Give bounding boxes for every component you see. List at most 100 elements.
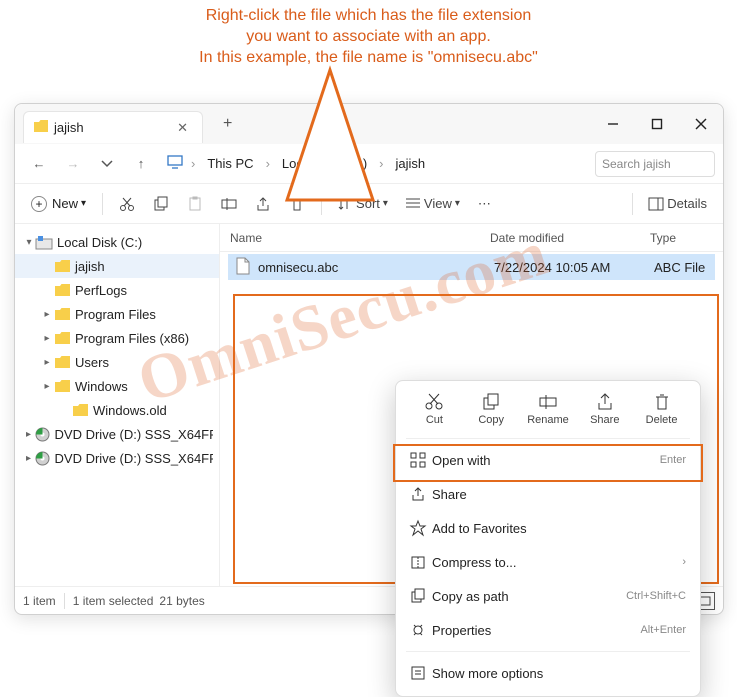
back-button[interactable]: ← [23, 148, 55, 180]
forward-button[interactable]: → [57, 148, 89, 180]
tree-label: Windows [75, 379, 128, 394]
maximize-button[interactable] [635, 104, 679, 144]
monitor-icon [167, 155, 183, 172]
ctx-rename-button[interactable]: Rename [522, 393, 574, 426]
ctx-share-button[interactable]: Share [579, 393, 631, 426]
col-name[interactable]: Name [220, 231, 480, 245]
star-icon [410, 520, 432, 536]
ctx-properties[interactable]: Properties Alt+Enter [396, 613, 700, 647]
tree-node-jajish[interactable]: jajish [15, 254, 219, 278]
tree-label: DVD Drive (D:) SSS_X64FRE [55, 451, 213, 466]
ctx-item-label: Copy as path [432, 589, 509, 604]
crumb-disk[interactable]: Local Disk (C:) [278, 154, 371, 173]
close-button[interactable] [679, 104, 723, 144]
status-selected: 1 item selected [73, 594, 154, 608]
tree-node-windowsold[interactable]: Windows.old [15, 398, 219, 422]
tree-label: Program Files [75, 307, 156, 322]
window-controls [591, 104, 723, 144]
ctx-delete-button[interactable]: Delete [636, 393, 688, 426]
new-tab-button[interactable]: + [213, 115, 242, 133]
delete-button[interactable] [281, 189, 313, 219]
sort-label: Sort [356, 196, 380, 211]
tree-label: PerfLogs [75, 283, 127, 298]
tree-node-disk[interactable]: ▾Local Disk (C:) [15, 230, 219, 254]
copy-button[interactable] [145, 189, 177, 219]
ctx-item-label: Share [432, 487, 467, 502]
rename-button[interactable] [213, 189, 245, 219]
ctx-label: Share [590, 414, 619, 426]
view-button[interactable]: View▾ [398, 189, 468, 219]
open-with-icon [410, 452, 432, 468]
minimize-button[interactable] [591, 104, 635, 144]
ctx-shortcut: Alt+Enter [640, 624, 686, 636]
folder-icon [53, 308, 71, 320]
ctx-share[interactable]: Share [396, 477, 700, 511]
window-tab[interactable]: jajish ✕ [23, 111, 203, 143]
col-type[interactable]: Type [640, 231, 723, 245]
explorer-window: jajish ✕ + ← → ↑ › This PC › Local Disk … [14, 103, 724, 615]
sort-button[interactable]: Sort▾ [330, 189, 396, 219]
details-pane-button[interactable]: Details [641, 189, 715, 219]
ctx-copy-button[interactable]: Copy [465, 393, 517, 426]
ctx-item-label: Properties [432, 623, 491, 638]
tree-node-dvd2[interactable]: ▸DVD Drive (D:) SSS_X64FRE [15, 446, 219, 470]
file-date: 7/22/2024 10:05 AM [488, 260, 648, 275]
folder-icon [53, 332, 71, 344]
file-row-selected[interactable]: omnisecu.abc 7/22/2024 10:05 AM ABC File [228, 254, 715, 280]
ctx-cut-button[interactable]: Cut [408, 393, 460, 426]
view-label: View [424, 196, 452, 211]
ctx-copy-path[interactable]: Copy as path Ctrl+Shift+C [396, 579, 700, 613]
tree-label: Program Files (x86) [75, 331, 189, 346]
search-input[interactable]: Search jajish [595, 151, 715, 177]
paste-button[interactable] [179, 189, 211, 219]
ctx-label: Cut [426, 414, 443, 426]
breadcrumb[interactable]: › This PC › Local Disk (C:) › jajish [159, 154, 593, 173]
separator [321, 193, 322, 215]
copy-path-icon [410, 588, 432, 604]
title-bar: jajish ✕ + [15, 104, 723, 144]
chevron-down-icon[interactable] [91, 148, 123, 180]
chevron-right-icon: › [375, 156, 387, 171]
ctx-label: Rename [527, 414, 569, 426]
status-count: 1 item [23, 594, 56, 608]
status-size: 21 bytes [159, 594, 204, 608]
ctx-label: Copy [478, 414, 504, 426]
tree-node-users[interactable]: ▸Users [15, 350, 219, 374]
crumb-folder[interactable]: jajish [392, 154, 430, 173]
instruction-annotation: Right-click the file which has the file … [0, 0, 737, 68]
separator [64, 593, 65, 609]
share-button[interactable] [247, 189, 279, 219]
cut-button[interactable] [111, 189, 143, 219]
folder-icon [53, 356, 71, 368]
chevron-right-icon: › [682, 556, 686, 568]
folder-icon [53, 380, 71, 392]
new-button[interactable]: +New▾ [23, 189, 94, 219]
tree-label: DVD Drive (D:) SSS_X64FRE [55, 427, 213, 442]
tab-close-button[interactable]: ✕ [171, 120, 194, 136]
tree-node-progfilesx86[interactable]: ▸Program Files (x86) [15, 326, 219, 350]
details-label: Details [667, 196, 707, 211]
column-headers[interactable]: Name Date modified Type [220, 224, 723, 252]
address-bar: ← → ↑ › This PC › Local Disk (C:) › jaji… [15, 144, 723, 184]
crumb-this-pc[interactable]: This PC [203, 154, 257, 173]
ctx-more-options[interactable]: Show more options [396, 656, 700, 690]
tree-label: Local Disk (C:) [57, 235, 142, 250]
tree-label: Windows.old [93, 403, 167, 418]
separator [632, 193, 633, 215]
tree-node-perflogs[interactable]: PerfLogs [15, 278, 219, 302]
tree-node-dvd1[interactable]: ▸DVD Drive (D:) SSS_X64FRE [15, 422, 219, 446]
ctx-favorites[interactable]: Add to Favorites [396, 511, 700, 545]
ctx-compress[interactable]: Compress to... › [396, 545, 700, 579]
ctx-item-label: Compress to... [432, 555, 517, 570]
ctx-shortcut: Ctrl+Shift+C [626, 590, 686, 602]
new-label: New [52, 196, 78, 211]
separator [406, 651, 690, 652]
tree-node-windows[interactable]: ▸Windows [15, 374, 219, 398]
annotation-line: Right-click the file which has the file … [40, 6, 697, 27]
col-date[interactable]: Date modified [480, 231, 640, 245]
more-button[interactable]: ⋯ [470, 189, 499, 219]
ctx-open-with[interactable]: Open with Enter [396, 443, 700, 477]
tree-node-progfiles[interactable]: ▸Program Files [15, 302, 219, 326]
tree-label: Users [75, 355, 109, 370]
up-button[interactable]: ↑ [125, 148, 157, 180]
